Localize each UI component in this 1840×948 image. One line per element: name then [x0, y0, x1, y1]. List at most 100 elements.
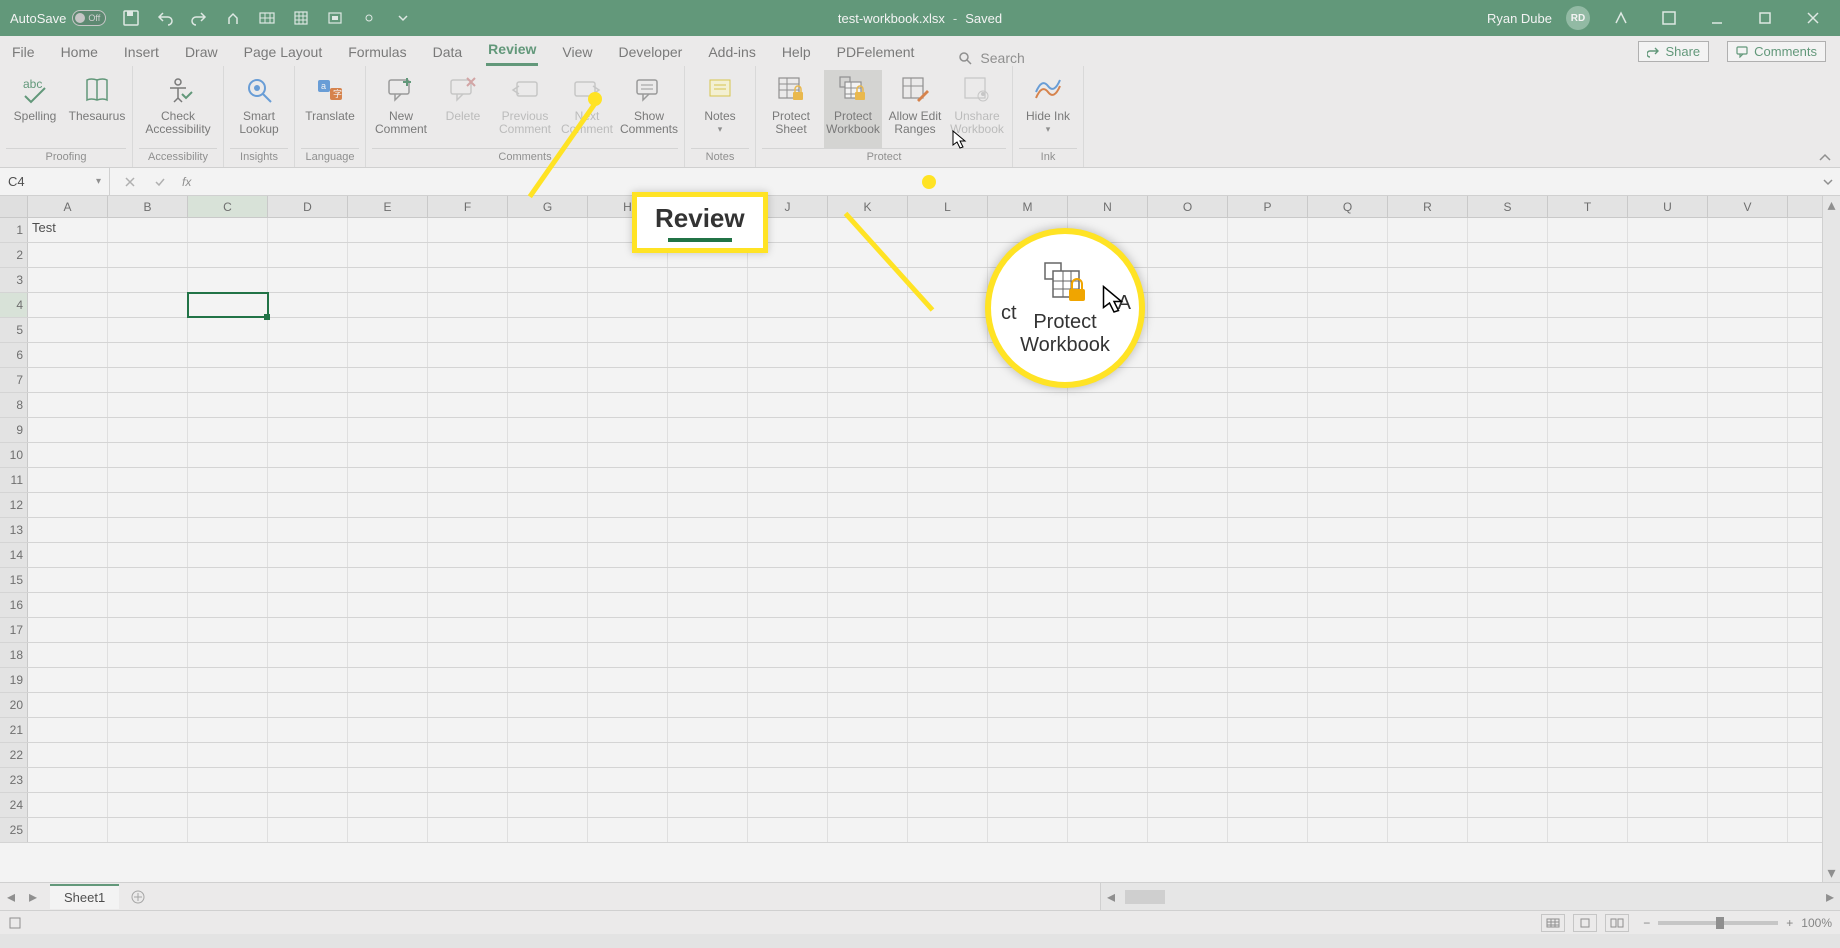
cell[interactable] — [1388, 518, 1468, 542]
comments-button[interactable]: Comments — [1727, 41, 1826, 62]
cell[interactable] — [508, 768, 588, 792]
cell[interactable] — [1308, 493, 1388, 517]
ribbon-display-icon[interactable] — [1604, 4, 1638, 32]
cell[interactable] — [428, 518, 508, 542]
cell[interactable] — [908, 443, 988, 467]
cell[interactable] — [1468, 743, 1548, 767]
cell[interactable] — [348, 218, 428, 242]
cell[interactable] — [428, 793, 508, 817]
cell[interactable] — [668, 343, 748, 367]
cell[interactable] — [1228, 468, 1308, 492]
cell[interactable] — [1708, 718, 1788, 742]
cell[interactable] — [188, 218, 268, 242]
row-header[interactable]: 2 — [0, 243, 28, 267]
cell[interactable] — [588, 368, 668, 392]
cell[interactable] — [908, 643, 988, 667]
cell[interactable] — [668, 568, 748, 592]
cell[interactable] — [1148, 318, 1228, 342]
cell[interactable] — [1708, 493, 1788, 517]
cell[interactable] — [268, 293, 348, 317]
cell[interactable] — [828, 293, 908, 317]
cell[interactable] — [1628, 468, 1708, 492]
cell[interactable] — [1708, 793, 1788, 817]
cell[interactable] — [1148, 243, 1228, 267]
cell[interactable] — [988, 818, 1068, 842]
cell[interactable] — [268, 493, 348, 517]
cell[interactable] — [1468, 643, 1548, 667]
tab-addins[interactable]: Add-ins — [706, 40, 757, 66]
cell[interactable] — [1068, 543, 1148, 567]
cell[interactable] — [588, 618, 668, 642]
cell[interactable] — [908, 343, 988, 367]
notes-button[interactable]: Notes ▾ — [691, 70, 749, 148]
cell[interactable] — [1228, 343, 1308, 367]
row-header[interactable]: 1 — [0, 218, 28, 242]
row-header[interactable]: 22 — [0, 743, 28, 767]
cell[interactable] — [28, 418, 108, 442]
tab-insert[interactable]: Insert — [122, 40, 161, 66]
cell[interactable] — [748, 318, 828, 342]
cell[interactable] — [748, 343, 828, 367]
cell[interactable] — [268, 393, 348, 417]
cell[interactable] — [1708, 343, 1788, 367]
cell[interactable] — [1468, 693, 1548, 717]
cell[interactable] — [1388, 718, 1468, 742]
cell[interactable] — [188, 243, 268, 267]
cell[interactable] — [748, 593, 828, 617]
cell[interactable] — [428, 668, 508, 692]
qat-btn-6[interactable] — [290, 7, 312, 29]
cell[interactable] — [1228, 668, 1308, 692]
sheet-nav-next-icon[interactable]: ▸ — [22, 887, 44, 907]
cell[interactable] — [1468, 218, 1548, 242]
cell[interactable] — [1068, 718, 1148, 742]
cell[interactable] — [828, 768, 908, 792]
cell[interactable] — [908, 318, 988, 342]
cancel-formula-icon[interactable] — [120, 176, 140, 188]
column-header[interactable]: T — [1548, 196, 1628, 217]
cell[interactable] — [908, 393, 988, 417]
row-header[interactable]: 4 — [0, 293, 28, 317]
column-header[interactable]: R — [1388, 196, 1468, 217]
cell[interactable] — [988, 768, 1068, 792]
cell[interactable] — [668, 743, 748, 767]
cell[interactable] — [1468, 393, 1548, 417]
new-sheet-button[interactable] — [127, 886, 149, 908]
cell[interactable] — [188, 393, 268, 417]
cell[interactable] — [348, 443, 428, 467]
tell-me-search[interactable]: Search — [958, 50, 1024, 66]
cell[interactable] — [428, 643, 508, 667]
cell[interactable] — [828, 518, 908, 542]
cell[interactable] — [28, 493, 108, 517]
cell[interactable] — [1468, 768, 1548, 792]
tab-draw[interactable]: Draw — [183, 40, 220, 66]
cell[interactable] — [668, 368, 748, 392]
cell[interactable] — [28, 768, 108, 792]
cell[interactable] — [748, 618, 828, 642]
cell[interactable] — [1148, 393, 1228, 417]
cell[interactable] — [428, 343, 508, 367]
normal-view-button[interactable] — [1541, 914, 1565, 932]
cell[interactable] — [1308, 593, 1388, 617]
cell[interactable] — [1548, 518, 1628, 542]
cell[interactable] — [588, 293, 668, 317]
cell[interactable] — [988, 618, 1068, 642]
cell[interactable] — [1628, 318, 1708, 342]
cell[interactable] — [508, 818, 588, 842]
cell[interactable] — [508, 293, 588, 317]
cell[interactable] — [1388, 593, 1468, 617]
cell[interactable] — [1068, 793, 1148, 817]
tab-page-layout[interactable]: Page Layout — [242, 40, 325, 66]
cell[interactable] — [1468, 518, 1548, 542]
hide-ink-button[interactable]: Hide Ink ▾ — [1019, 70, 1077, 148]
cell[interactable] — [748, 418, 828, 442]
tab-review[interactable]: Review — [486, 37, 538, 66]
cell[interactable] — [508, 493, 588, 517]
cell[interactable] — [428, 368, 508, 392]
cell[interactable] — [588, 543, 668, 567]
cell[interactable] — [188, 593, 268, 617]
cell[interactable] — [988, 568, 1068, 592]
cell[interactable] — [268, 368, 348, 392]
cell[interactable] — [1388, 393, 1468, 417]
cell[interactable] — [108, 368, 188, 392]
cell[interactable] — [188, 368, 268, 392]
